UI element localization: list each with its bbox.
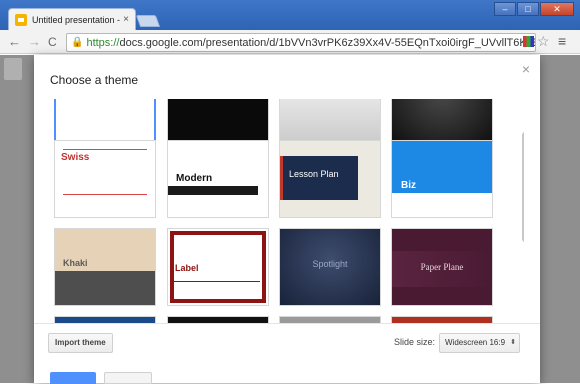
tab-close-icon[interactable]: × [123, 14, 129, 25]
title-bar: Untitled presentation - Go × – □ ✕ [0, 0, 580, 30]
modern-bar [168, 186, 258, 195]
slide-size-label: Slide size: [394, 337, 436, 347]
theme-spotlight[interactable]: Spotlight [279, 228, 381, 306]
theme-label-swiss: Swiss [61, 152, 90, 163]
theme-biz[interactable]: Biz [391, 140, 493, 218]
browser-menu-icon[interactable]: ≡ [558, 33, 566, 49]
close-window-button[interactable]: ✕ [540, 2, 574, 16]
theme-row3-2[interactable] [167, 316, 269, 323]
tab-title: Untitled presentation - Go [32, 14, 121, 25]
theme-label-paper-plane: Paper Plane [420, 262, 464, 272]
theme-row3-1[interactable] [54, 316, 156, 323]
theme-label-modern: Modern [176, 173, 213, 184]
theme-khaki[interactable]: Khaki [54, 228, 156, 306]
khaki-bottom [55, 271, 155, 305]
theme-label-spotlight: Spotlight [312, 259, 348, 269]
dialog-title: Choose a theme [50, 73, 139, 87]
slide-size-value: Widescreen 16:9 [445, 338, 506, 347]
reload-icon[interactable]: C [48, 34, 57, 50]
label-strip [172, 281, 260, 282]
maximize-button[interactable]: □ [517, 2, 539, 16]
slide-size-select[interactable]: Widescreen 16:9 ⬍ [439, 333, 521, 353]
theme-swiss[interactable]: Swiss [54, 140, 156, 218]
url-scheme: https:// [86, 36, 120, 49]
back-arrow-icon[interactable]: ← [8, 34, 21, 50]
swiss-bottom-line [63, 194, 147, 195]
theme-dialog: Choose a theme × Swiss Modern Lesson Pla… [34, 55, 540, 384]
swiss-top-line [63, 149, 147, 150]
address-bar[interactable]: 🔒 https:// docs.google.com/presentation/… [66, 33, 536, 52]
theme-grid: Swiss Modern Lesson Plan Biz Khaki Label… [50, 99, 524, 323]
theme-paper-plane[interactable]: Paper Plane [391, 228, 493, 306]
browser-tab[interactable]: Untitled presentation - Go × [8, 8, 136, 30]
window-controls: – □ ✕ [493, 2, 574, 16]
theme-label[interactable]: Label [167, 228, 269, 306]
ok-button[interactable] [50, 372, 96, 384]
slides-favicon-icon [15, 13, 27, 26]
theme-row3-4[interactable] [391, 316, 493, 323]
new-tab-button[interactable] [135, 15, 161, 27]
browser-toolbar: ← → C 🔒 https:// docs.google.com/present… [0, 30, 580, 54]
theme-modern[interactable]: Modern [167, 140, 269, 218]
theme-scrollbar[interactable] [522, 132, 524, 242]
cancel-button[interactable] [104, 372, 152, 384]
theme-label-lesson-plan: Lesson Plan [289, 169, 339, 179]
theme-lesson-plan[interactable]: Lesson Plan [279, 140, 381, 218]
select-arrow-icon: ⬍ [510, 339, 517, 346]
bookmark-star-icon[interactable]: ☆ [537, 33, 550, 50]
lock-icon: 🔒 [71, 37, 84, 48]
import-theme-button[interactable]: Import theme [48, 333, 113, 353]
theme-label-label: Label [175, 263, 199, 273]
extension-icon[interactable] [523, 36, 534, 47]
theme-label-biz: Biz [401, 180, 416, 191]
theme-label-khaki: Khaki [63, 258, 88, 268]
dialog-close-icon[interactable]: × [522, 61, 530, 77]
url-text: docs.google.com/presentation/d/1bVVn3vrP… [119, 36, 536, 49]
theme-row3-3[interactable] [279, 316, 381, 323]
forward-arrow-icon[interactable]: → [28, 34, 41, 50]
minimize-button[interactable]: – [494, 2, 516, 16]
slides-logo-icon [4, 58, 22, 80]
footer-divider [34, 323, 540, 324]
